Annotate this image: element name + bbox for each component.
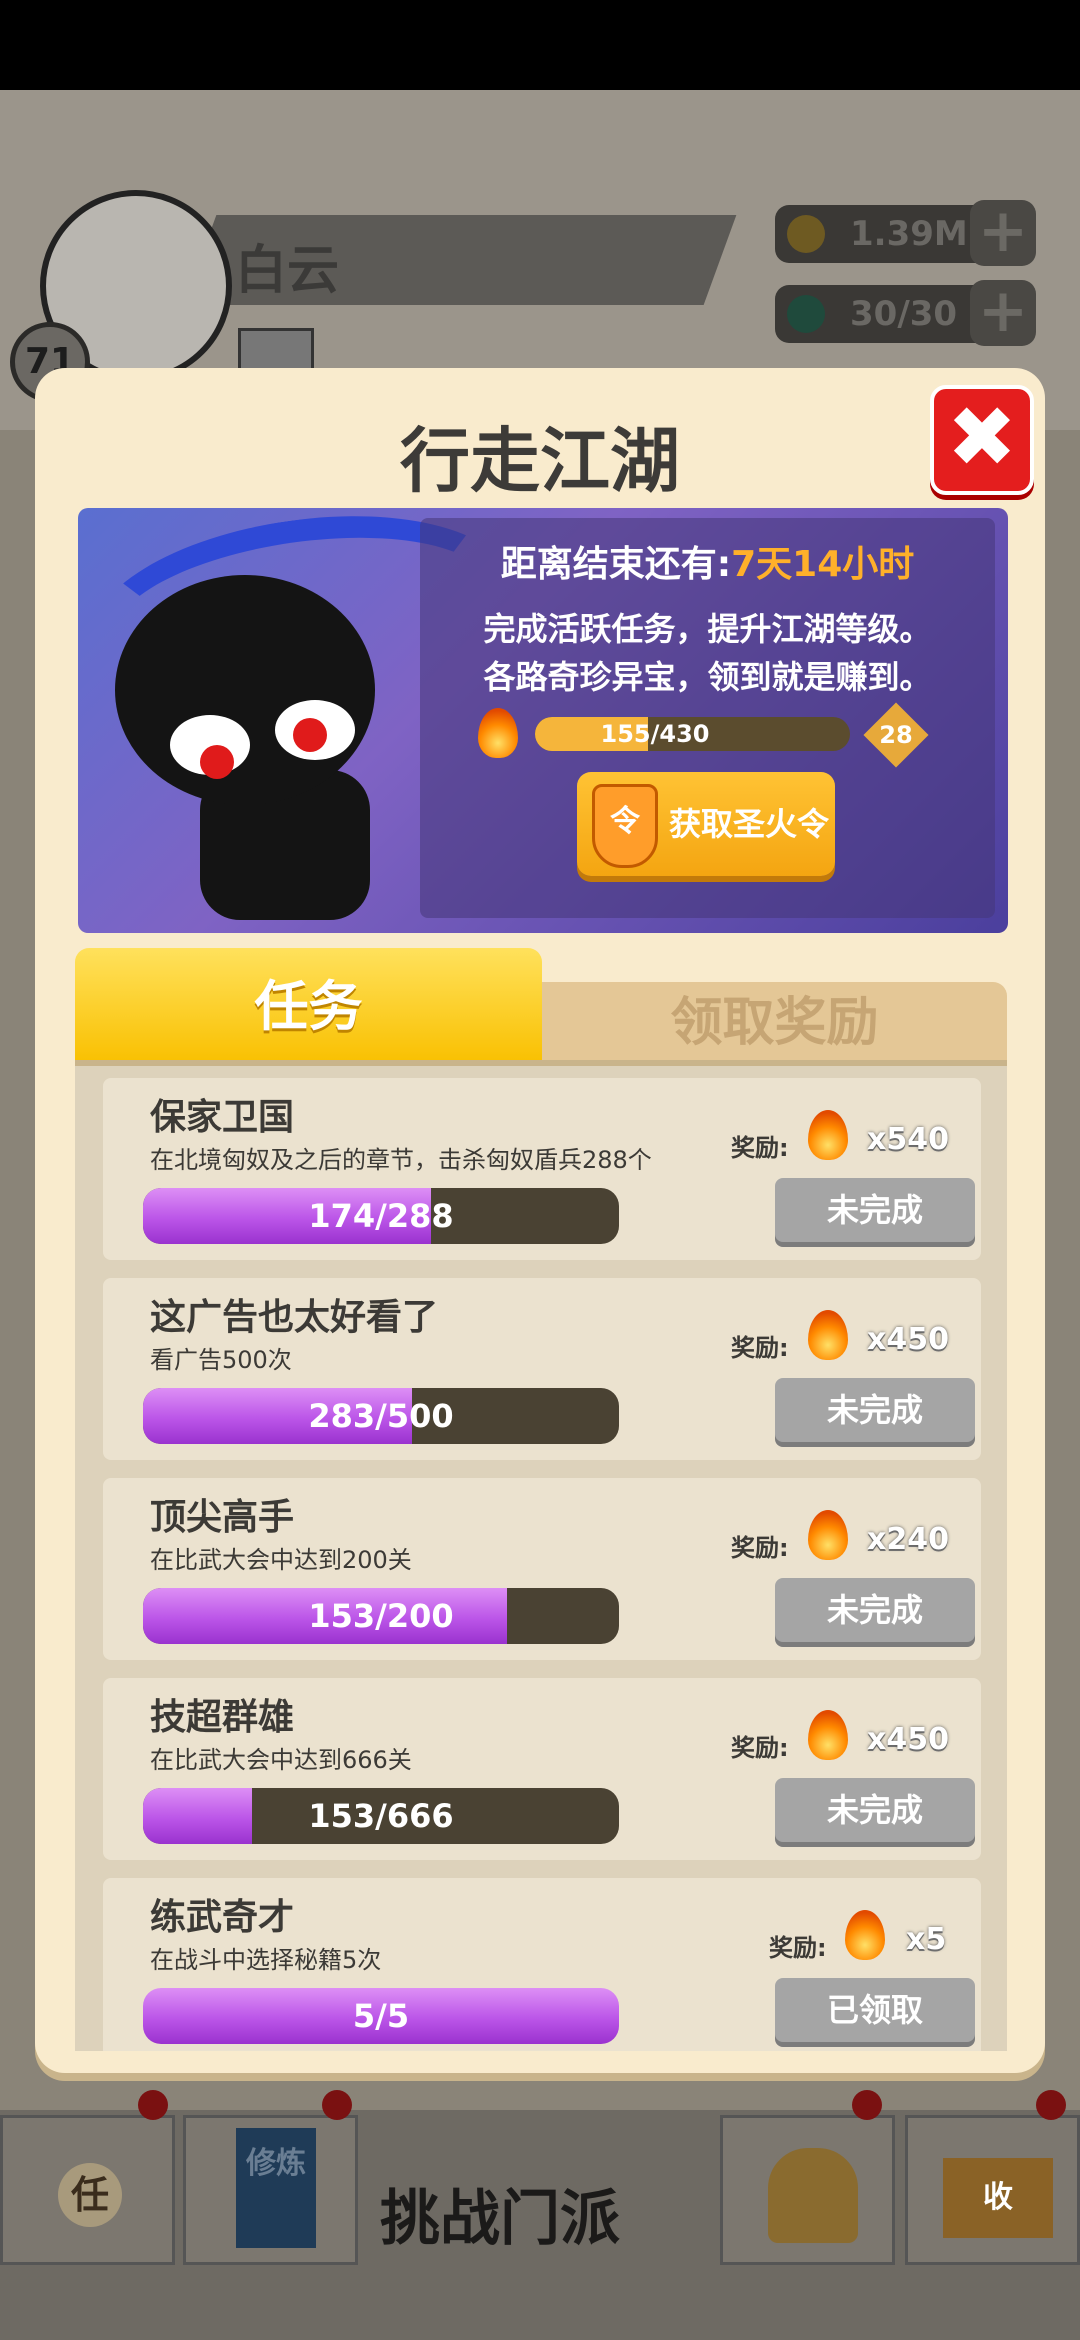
collect-house-icon: 收 <box>943 2158 1053 2238</box>
player-name: 白云 <box>235 241 340 301</box>
modal-title: 行走江湖 <box>400 420 680 502</box>
task-status-button[interactable]: 未完成 <box>775 1378 975 1442</box>
notification-dot <box>852 2090 882 2120</box>
nav-collect-button[interactable]: 收 <box>905 2115 1080 2265</box>
task-item: 这广告也太好看了 看广告500次 283/500 奖励: x450 未完成 <box>103 1278 981 1460</box>
nav-challenge-button[interactable]: 挑战门派 <box>380 2170 620 2257</box>
task-name: 练武奇才 <box>150 1897 295 1938</box>
notification-dot <box>138 2090 168 2120</box>
task-item: 保家卫国 在北境匈奴及之后的章节，击杀匈奴盾兵288个 174/288 奖励: … <box>103 1078 981 1260</box>
task-item: 顶尖高手 在比武大会中达到200关 153/200 奖励: x240 未完成 <box>103 1478 981 1660</box>
desc-line-1: 完成活跃任务，提升江湖等级。 <box>483 610 932 648</box>
task-progress-text: 174/288 <box>308 1197 454 1235</box>
ninja-head-illustration <box>115 575 375 805</box>
get-button-label: 获取圣火令 <box>669 805 830 843</box>
tab-claim-rewards[interactable]: 领取奖励 <box>542 982 1007 1060</box>
task-description: 在北境匈奴及之后的章节，击杀匈奴盾兵288个 <box>150 1146 652 1174</box>
event-description: 完成活跃任务，提升江湖等级。 各路奇珍异宝，领到就是赚到。 <box>420 605 995 701</box>
token-icon: 令 <box>592 784 658 868</box>
reward-label: 奖励: <box>731 1534 789 1562</box>
add-gold-button[interactable]: + <box>970 200 1036 266</box>
fire-icon <box>808 1110 848 1160</box>
nav-train-button[interactable]: 修炼 <box>183 2115 358 2265</box>
token-icon-label: 令 <box>610 804 640 839</box>
task-status-button[interactable]: 已领取 <box>775 1978 975 2042</box>
task-name: 这广告也太好看了 <box>150 1297 439 1338</box>
countdown-value: 7天14小时 <box>731 544 915 585</box>
task-progress-text: 5/5 <box>352 1997 410 2035</box>
reward-amount: x540 <box>867 1122 949 1157</box>
task-description: 在比武大会中达到666关 <box>150 1746 412 1774</box>
notification-dot <box>1036 2090 1066 2120</box>
task-item: 练武奇才 在战斗中选择秘籍5次 5/5 奖励: x5 已领取 <box>103 1878 981 2051</box>
nav-helmet-button[interactable] <box>720 2115 895 2265</box>
countdown-label: 距离结束还有: <box>500 544 732 585</box>
gold-value: 1.39M <box>850 214 968 254</box>
task-description: 在战斗中选择秘籍5次 <box>150 1946 382 1974</box>
task-progress-text: 153/200 <box>308 1597 454 1635</box>
ninja-pupil <box>200 745 234 779</box>
reward-label: 奖励: <box>731 1134 789 1162</box>
notification-dot <box>322 2090 352 2120</box>
coin-icon <box>787 215 825 253</box>
fire-icon <box>808 1310 848 1360</box>
task-list[interactable]: 保家卫国 在北境匈奴及之后的章节，击杀匈奴盾兵288个 174/288 奖励: … <box>75 1060 1007 2051</box>
reward-amount: x5 <box>906 1922 947 1957</box>
reward-label: 奖励: <box>769 1934 827 1962</box>
fire-icon <box>808 1510 848 1560</box>
task-name: 保家卫国 <box>150 1097 295 1138</box>
helmet-icon <box>768 2148 858 2243</box>
reward-label: 奖励: <box>731 1334 789 1362</box>
task-status-button[interactable]: 未完成 <box>775 1778 975 1842</box>
reward-amount: x450 <box>867 1322 949 1357</box>
tab-tasks[interactable]: 任务 <box>75 948 542 1060</box>
get-holy-fire-button[interactable]: 令 获取圣火令 <box>577 772 835 876</box>
close-button[interactable]: ✖ <box>930 385 1034 495</box>
desc-line-2: 各路奇珍异宝，领到就是赚到。 <box>483 658 932 696</box>
energy-value: 30/30 <box>850 294 958 334</box>
fire-icon <box>808 1710 848 1760</box>
energy-icon <box>787 295 825 333</box>
task-status-button[interactable]: 未完成 <box>775 1578 975 1642</box>
add-energy-button[interactable]: + <box>970 280 1036 346</box>
nav-task-button[interactable]: 任 <box>0 2115 175 2265</box>
fire-icon <box>845 1910 885 1960</box>
countdown-text: 距离结束还有:7天14小时 <box>420 535 995 587</box>
task-name: 顶尖高手 <box>150 1497 295 1538</box>
task-description: 在比武大会中达到200关 <box>150 1546 412 1574</box>
task-scroll-icon: 任 <box>58 2163 122 2227</box>
level-progress-text: 155/430 <box>600 720 710 748</box>
level-badge-value: 28 <box>879 721 913 749</box>
reward-amount: x450 <box>867 1722 949 1757</box>
task-item: 技超群雄 在比武大会中达到666关 153/666 奖励: x450 未完成 <box>103 1678 981 1860</box>
train-book-icon: 修炼 <box>236 2128 316 2248</box>
task-status-button[interactable]: 未完成 <box>775 1178 975 1242</box>
reward-amount: x240 <box>867 1522 949 1557</box>
task-progress-text: 283/500 <box>308 1397 454 1435</box>
task-description: 看广告500次 <box>150 1346 292 1374</box>
task-name: 技超群雄 <box>150 1697 295 1738</box>
task-progress-text: 153/666 <box>308 1797 454 1835</box>
ninja-pupil <box>293 718 327 752</box>
reward-label: 奖励: <box>731 1734 789 1762</box>
